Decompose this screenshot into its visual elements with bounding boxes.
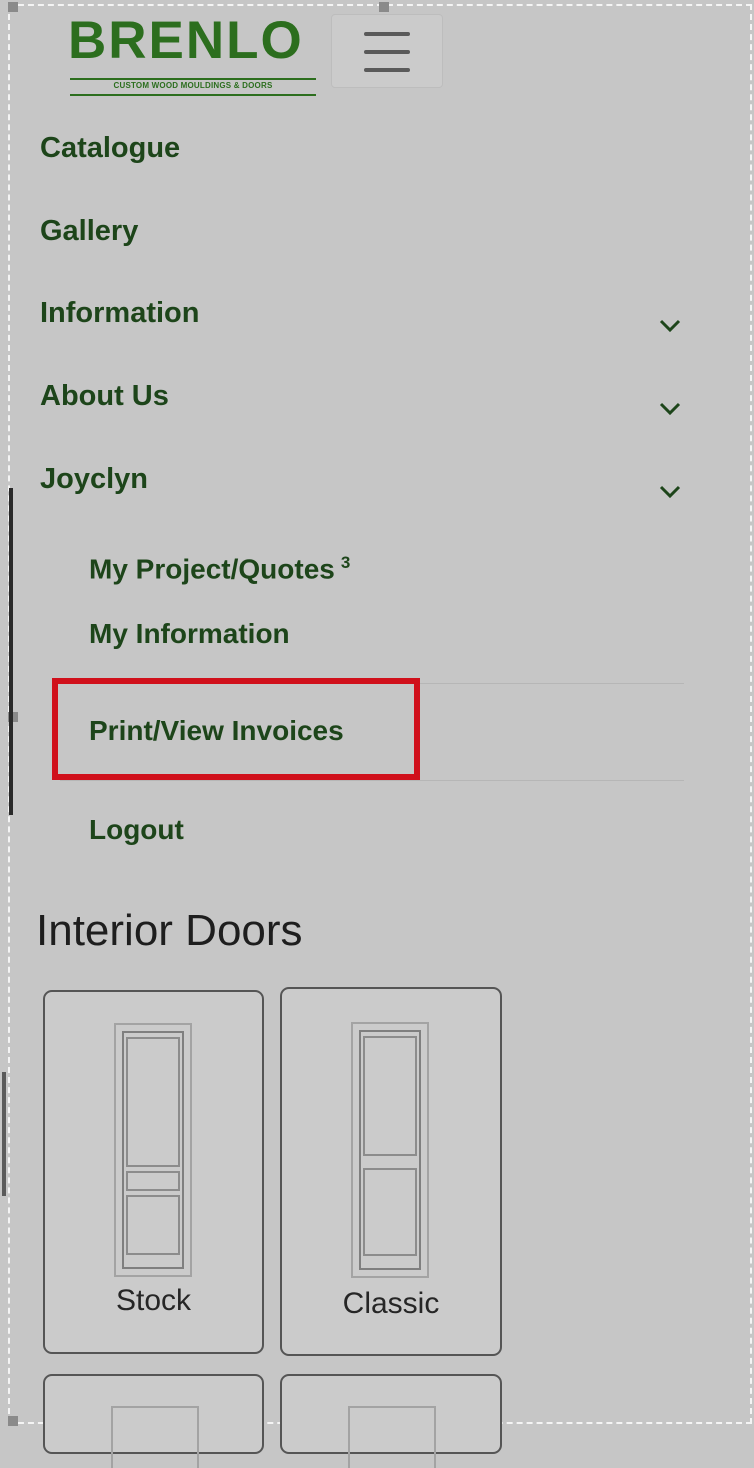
door-image xyxy=(114,1023,192,1277)
chevron-down-icon[interactable] xyxy=(658,484,682,500)
brand-name: BRENLO xyxy=(68,11,304,70)
chevron-down-icon[interactable] xyxy=(658,401,682,417)
door-image xyxy=(348,1406,436,1468)
chevron-down-icon[interactable] xyxy=(658,318,682,334)
nav-item-user-account[interactable]: Joyclyn xyxy=(40,463,148,496)
hamburger-menu-icon xyxy=(364,50,410,54)
section-title: Interior Doors xyxy=(36,906,303,955)
resize-handle[interactable] xyxy=(379,2,389,12)
door-image xyxy=(111,1406,199,1468)
nav-item-about-us[interactable]: About Us xyxy=(40,380,169,413)
nav-item-information[interactable]: Information xyxy=(40,297,200,330)
quotes-count-badge: 3 xyxy=(340,553,351,572)
nav-item-gallery[interactable]: Gallery xyxy=(40,215,138,248)
card-label: Stock xyxy=(115,1284,192,1317)
door-card[interactable] xyxy=(43,1374,264,1468)
submenu-item-my-project-quotes[interactable]: My Project/Quotes 3 xyxy=(89,553,350,585)
hamburger-menu-icon xyxy=(364,68,410,72)
submenu-item-label: My Project/Quotes xyxy=(89,553,335,585)
scroll-indicator xyxy=(9,488,13,815)
resize-handle[interactable] xyxy=(8,1416,18,1426)
logo-divider xyxy=(70,78,316,80)
hamburger-menu-icon xyxy=(364,32,410,36)
nav-item-catalogue[interactable]: Catalogue xyxy=(40,132,180,165)
logo-divider xyxy=(70,94,316,96)
submenu-item-logout[interactable]: Logout xyxy=(89,814,184,846)
brand-tagline: CUSTOM WOOD MOULDINGS & DOORS xyxy=(113,81,273,90)
highlight-annotation xyxy=(52,678,420,780)
hamburger-menu-button[interactable] xyxy=(331,14,443,88)
door-card[interactable] xyxy=(280,1374,502,1468)
door-image xyxy=(351,1022,429,1278)
scroll-indicator xyxy=(2,1072,6,1196)
resize-handle[interactable] xyxy=(8,2,18,12)
submenu-divider xyxy=(60,780,684,781)
door-card-stock[interactable]: Stock xyxy=(43,990,264,1354)
submenu-item-my-information[interactable]: My Information xyxy=(89,618,290,650)
brand-logo[interactable]: BRENLO CUSTOM WOOD MOULDINGS & DOORS xyxy=(68,11,318,96)
card-label: Classic xyxy=(342,1287,440,1320)
door-card-classic[interactable]: Classic xyxy=(280,987,502,1356)
